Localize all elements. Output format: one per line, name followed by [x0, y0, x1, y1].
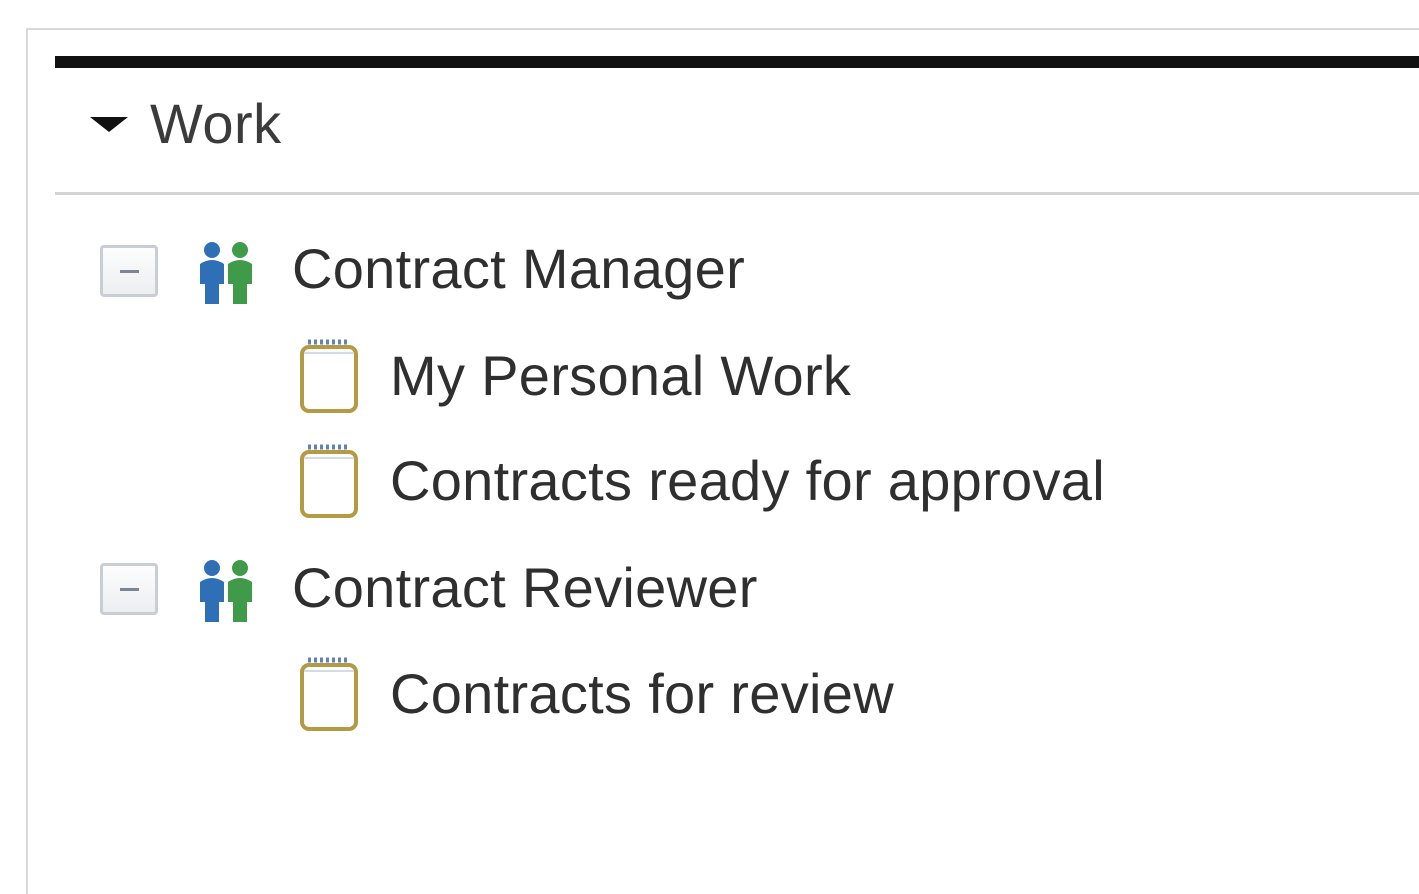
group-label-contract-reviewer[interactable]: Contract Reviewer [292, 556, 758, 620]
section-title: Work [150, 92, 282, 155]
document-icon [300, 339, 358, 413]
minus-icon [120, 588, 139, 591]
item-label-my-personal-work[interactable]: My Personal Work [390, 344, 851, 408]
caret-down-icon[interactable] [90, 117, 128, 132]
minus-icon [120, 270, 139, 273]
header-rule [55, 56, 1419, 68]
document-icon [300, 444, 358, 518]
people-icon [200, 242, 252, 304]
collapse-toggle-contract-reviewer[interactable] [100, 563, 158, 615]
work-panel-screen: Work Contract Manager My Personal Work C… [0, 0, 1419, 894]
work-section-header[interactable]: Work [55, 68, 1419, 195]
group-label-contract-manager[interactable]: Contract Manager [292, 237, 745, 301]
people-icon [200, 560, 252, 622]
collapse-toggle-contract-manager[interactable] [100, 245, 158, 297]
item-label-contracts-for-review[interactable]: Contracts for review [390, 662, 894, 726]
item-label-contracts-ready-for-approval[interactable]: Contracts ready for approval [390, 449, 1105, 513]
document-icon [300, 657, 358, 731]
